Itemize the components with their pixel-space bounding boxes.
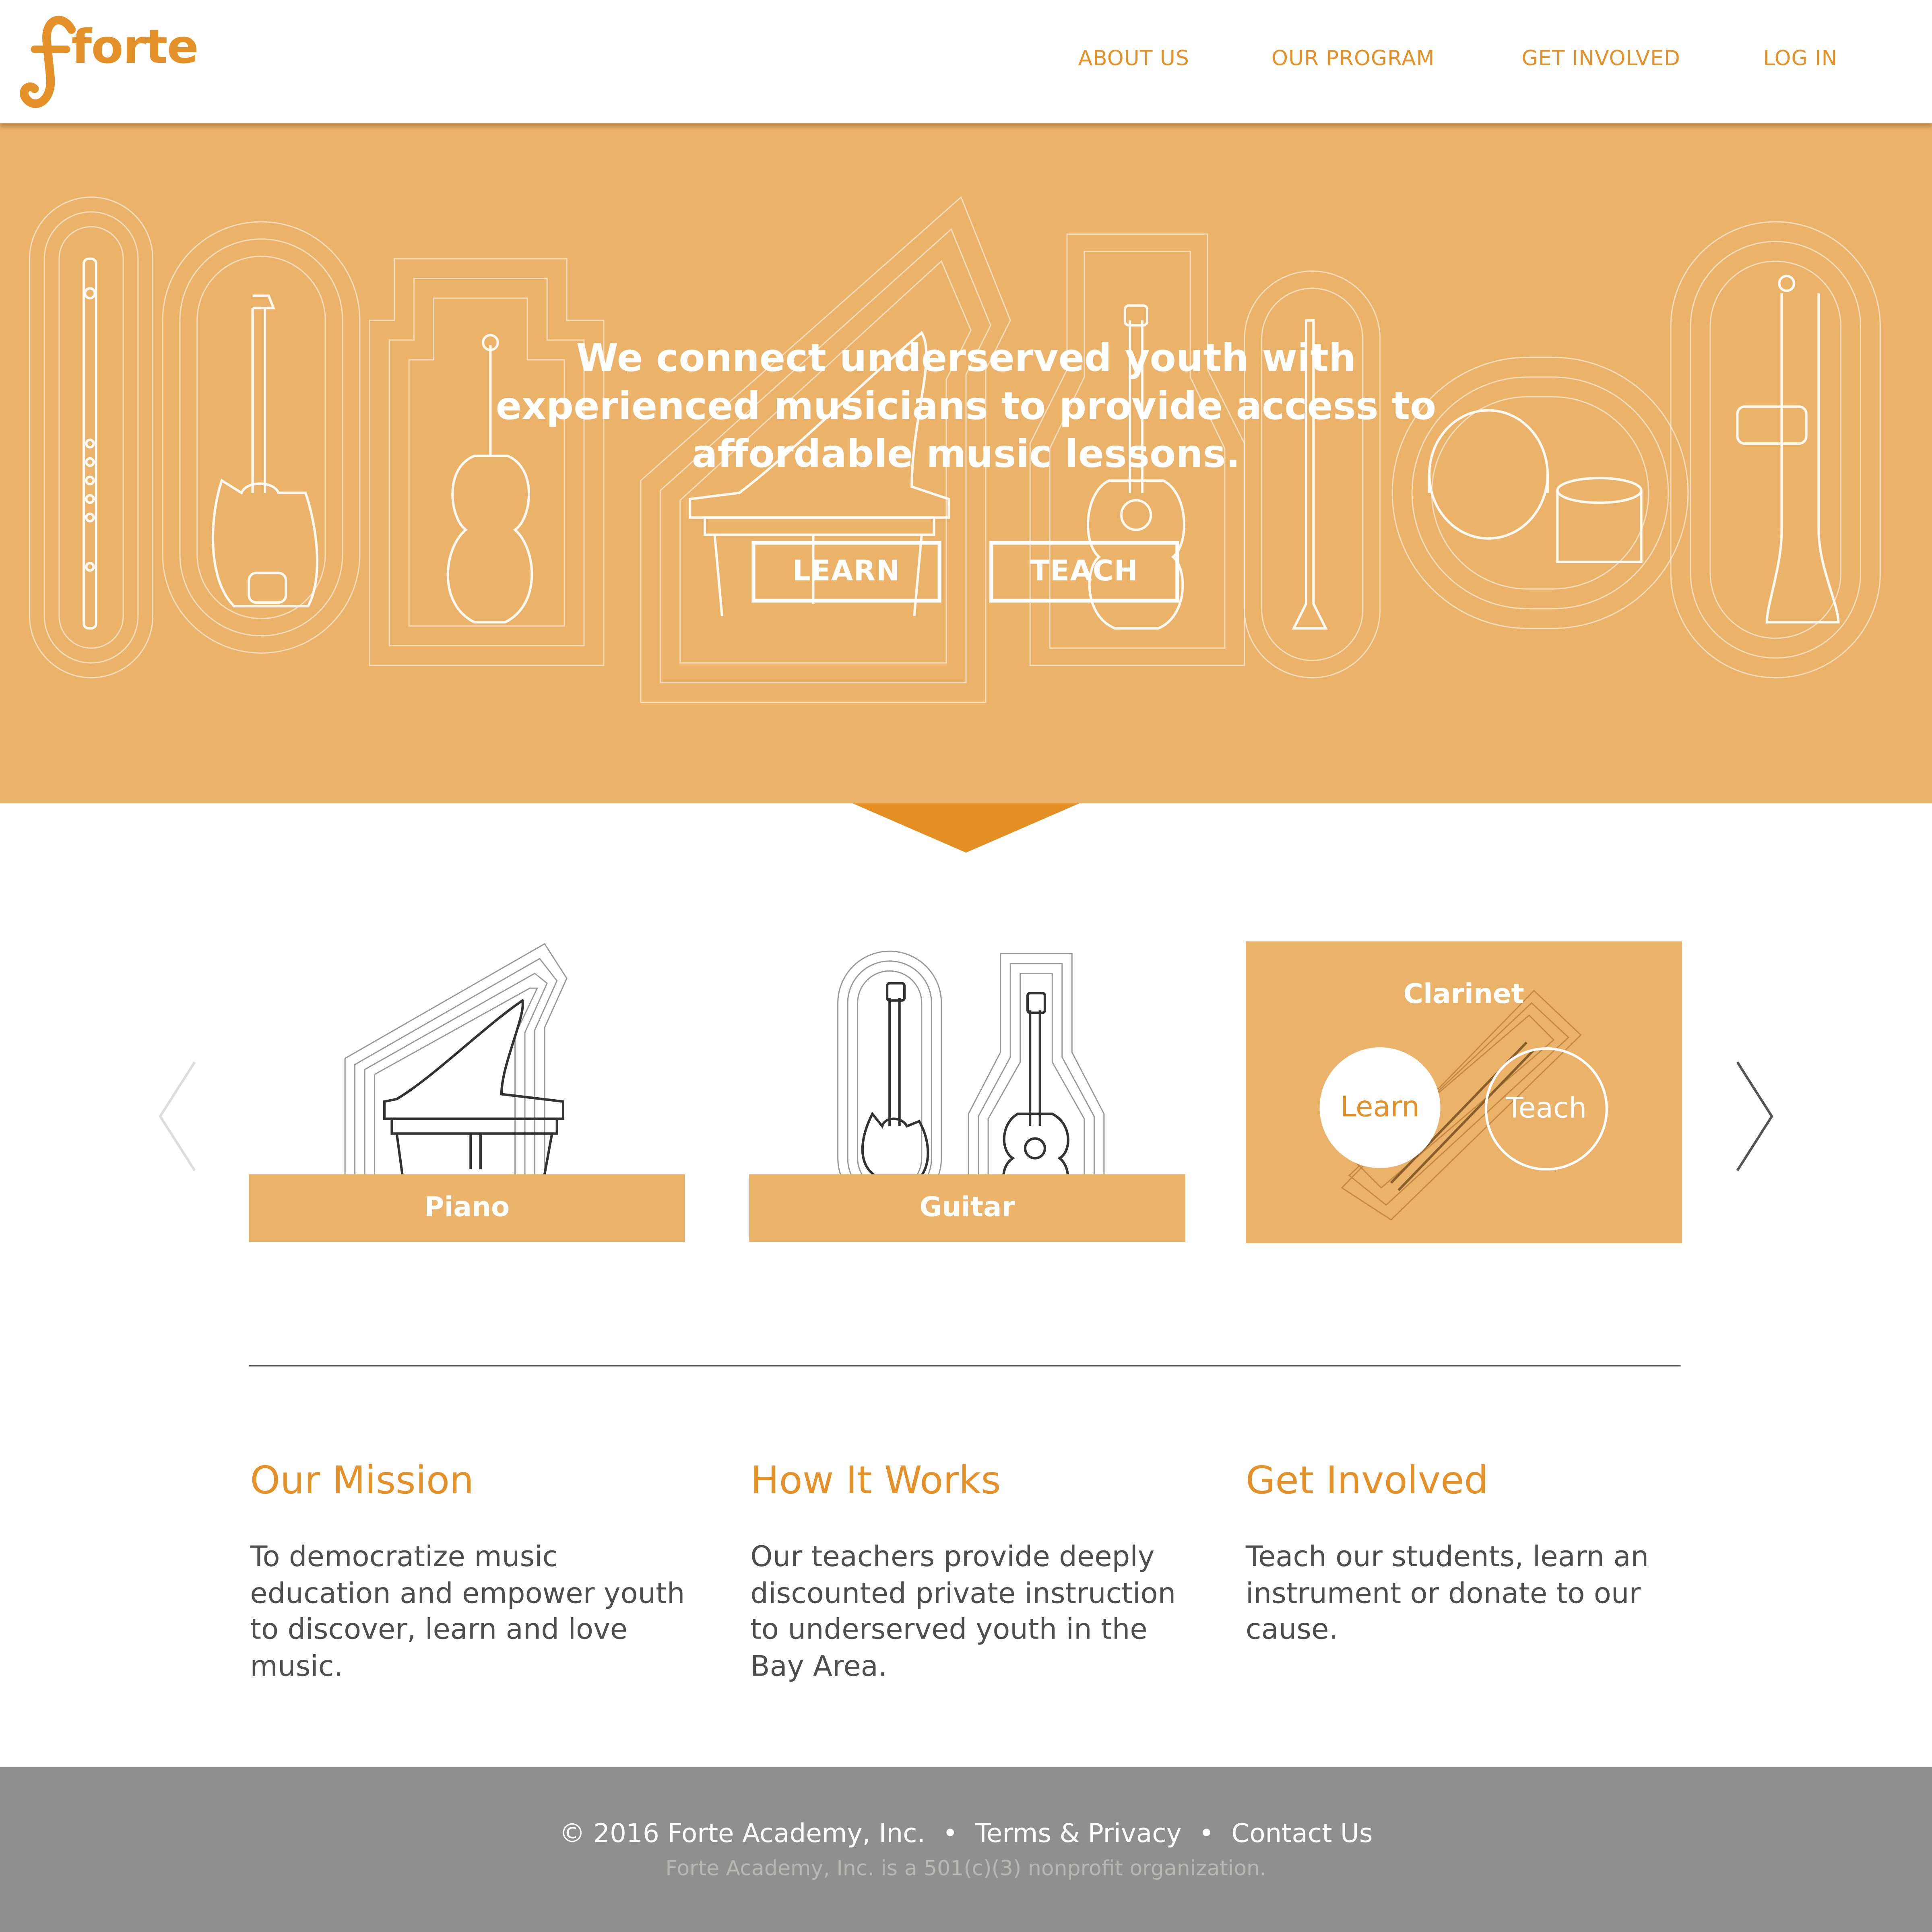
info-column-get-involved: Get Involved Teach our students, learn a… xyxy=(1246,1459,1684,1649)
hero-headline-line: experienced musicians to provide access … xyxy=(495,384,1437,429)
footer-nonprofit-note: Forte Academy, Inc. is a 501(c)(3) nonpr… xyxy=(665,1857,1267,1882)
hero-down-arrow xyxy=(852,803,1080,853)
instrument-card-guitar[interactable]: Guitar xyxy=(749,941,1185,1243)
footer-separator: • xyxy=(1199,1818,1214,1848)
section-divider xyxy=(249,1365,1681,1366)
card-label: Piano xyxy=(424,1193,510,1224)
nav-get-involved[interactable]: GET INVOLVED xyxy=(1522,47,1680,71)
info-column-how-it-works: How It Works Our teachers provide deeply… xyxy=(750,1459,1189,1685)
info-title: How It Works xyxy=(750,1459,1001,1503)
hero-headline: We connect underserved youth with experi… xyxy=(473,335,1459,479)
nav-our-program[interactable]: OUR PROGRAM xyxy=(1271,47,1435,71)
footer-links: © 2016 Forte Academy, Inc. • Terms & Priva… xyxy=(0,1818,1932,1848)
nav-about-us[interactable]: ABOUT US xyxy=(1078,47,1189,71)
info-title: Get Involved xyxy=(1245,1459,1488,1503)
info-body: Our teachers provide deeply discounted p… xyxy=(750,1541,1176,1683)
info-column-mission: Our Mission To democratize music educati… xyxy=(250,1459,689,1685)
hero-learn-button[interactable]: LEARN xyxy=(751,541,941,603)
footer-separator: • xyxy=(942,1818,958,1848)
card-title: Clarinet xyxy=(1403,979,1524,1011)
footer-contact-link[interactable]: Contact Us xyxy=(1231,1818,1373,1848)
nav-log-in[interactable]: LOG IN xyxy=(1763,47,1838,71)
info-body: Teach our students, learn an instrument … xyxy=(1245,1541,1649,1646)
card-label: Guitar xyxy=(919,1193,1015,1224)
chevron-right-icon[interactable] xyxy=(1730,1057,1779,1176)
site-footer: © 2016 Forte Academy, Inc. • Terms & Priva… xyxy=(0,1767,1932,1932)
info-body: To democratize music education and empow… xyxy=(250,1541,685,1683)
footer-terms-link[interactable]: Terms & Privacy xyxy=(975,1818,1182,1848)
instrument-card-piano[interactable]: Piano xyxy=(249,941,685,1243)
clarinet-teach-button[interactable]: Teach xyxy=(1484,1047,1608,1171)
hero-headline-line: We connect underserved youth with xyxy=(576,336,1356,381)
footer-copyright: © 2016 Forte Academy, Inc. xyxy=(559,1818,925,1848)
hero-banner: We connect underserved youth with experi… xyxy=(0,123,1932,803)
info-title: Our Mission xyxy=(250,1459,474,1503)
main-nav: ABOUT US OUR PROGRAM GET INVOLVED LOG IN xyxy=(0,47,1932,81)
hero-teach-button[interactable]: TEACH xyxy=(989,541,1179,603)
chevron-left-icon[interactable] xyxy=(153,1057,202,1176)
hero-headline-line: affordable music lessons. xyxy=(691,432,1241,477)
instrument-card-clarinet[interactable]: Clarinet Learn Teach xyxy=(1245,941,1682,1243)
site-header: forte ABOUT US OUR PROGRAM GET INVOLVED … xyxy=(0,0,1932,124)
clarinet-learn-button[interactable]: Learn xyxy=(1319,1047,1441,1168)
